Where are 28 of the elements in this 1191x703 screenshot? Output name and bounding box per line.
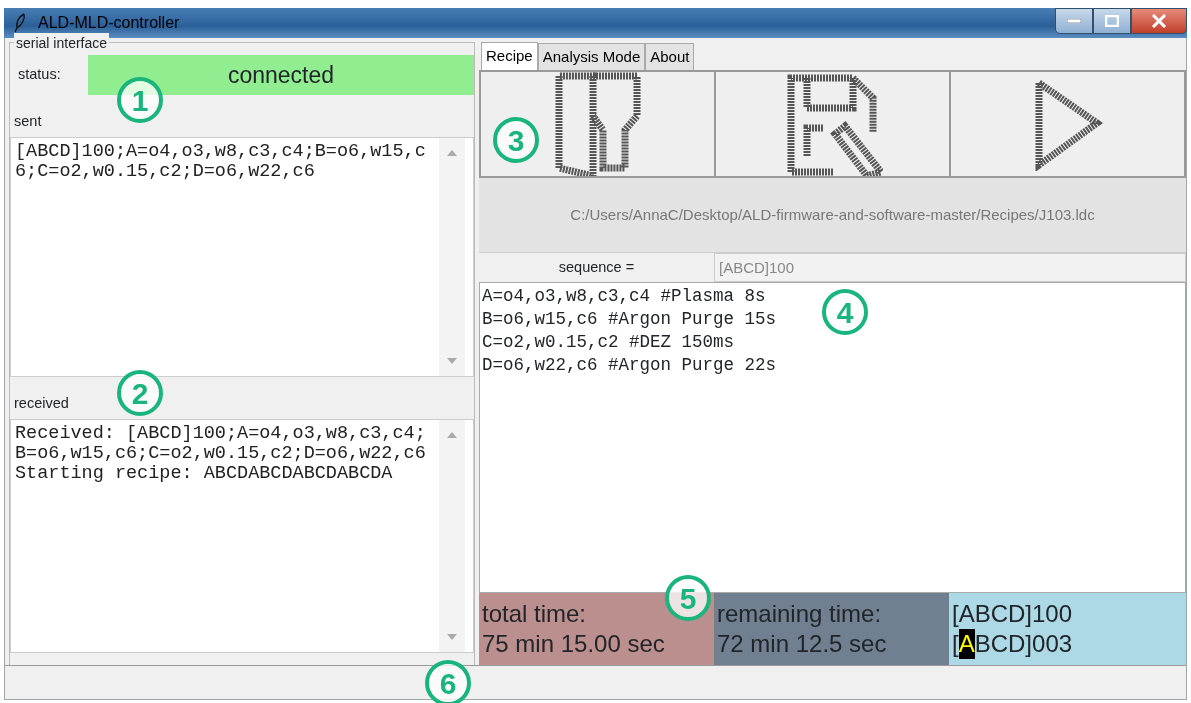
recipe-line: B=o6,w15,c6 #Argon Purge 15s <box>482 308 777 331</box>
close-button[interactable] <box>1131 8 1187 34</box>
floppy-disk-pencil-button[interactable] <box>715 71 950 177</box>
received-label: received <box>14 393 69 413</box>
sequence-label: sequence = <box>557 257 636 277</box>
sequence-text: [ABCD]100 <box>952 599 1074 629</box>
open-file-button[interactable] <box>480 71 715 177</box>
minimize-icon <box>1067 19 1081 23</box>
feather-icon <box>14 13 26 33</box>
file-path: C:/Users/AnnaC/Desktop/ALD-firmware-and-software-master/Recipes/J103.ldc <box>479 178 1186 252</box>
remaining-time-value: 72 min 12.5 sec <box>717 629 888 659</box>
sent-label: sent <box>14 112 42 131</box>
play-button[interactable] <box>950 71 1185 177</box>
recipe-line: D=o6,w22,c6 #Argon Purge 22s <box>482 354 777 377</box>
total-time-value: 75 min 15.00 sec <box>482 629 666 659</box>
tab[interactable]: About <box>645 42 695 70</box>
tab[interactable]: Analysis Mode <box>537 42 646 70</box>
close-icon <box>1151 14 1167 28</box>
maximize-button[interactable] <box>1093 8 1131 34</box>
minimize-button[interactable] <box>1055 8 1093 34</box>
recipe-line: C=o2,w0.15,c2 #DEZ 150ms <box>482 331 735 354</box>
remaining-time-label: remaining time: <box>717 599 883 629</box>
sequence-progress-text: [ <box>952 629 959 659</box>
tab[interactable]: Recipe <box>481 42 538 70</box>
recipe-line: A=o4,o3,w8,c3,c4 #Plasma 8s <box>482 285 766 308</box>
maximize-icon <box>1105 15 1119 27</box>
status-label: status: <box>18 65 62 85</box>
window-title: ALD-MLD-controller <box>38 13 180 33</box>
